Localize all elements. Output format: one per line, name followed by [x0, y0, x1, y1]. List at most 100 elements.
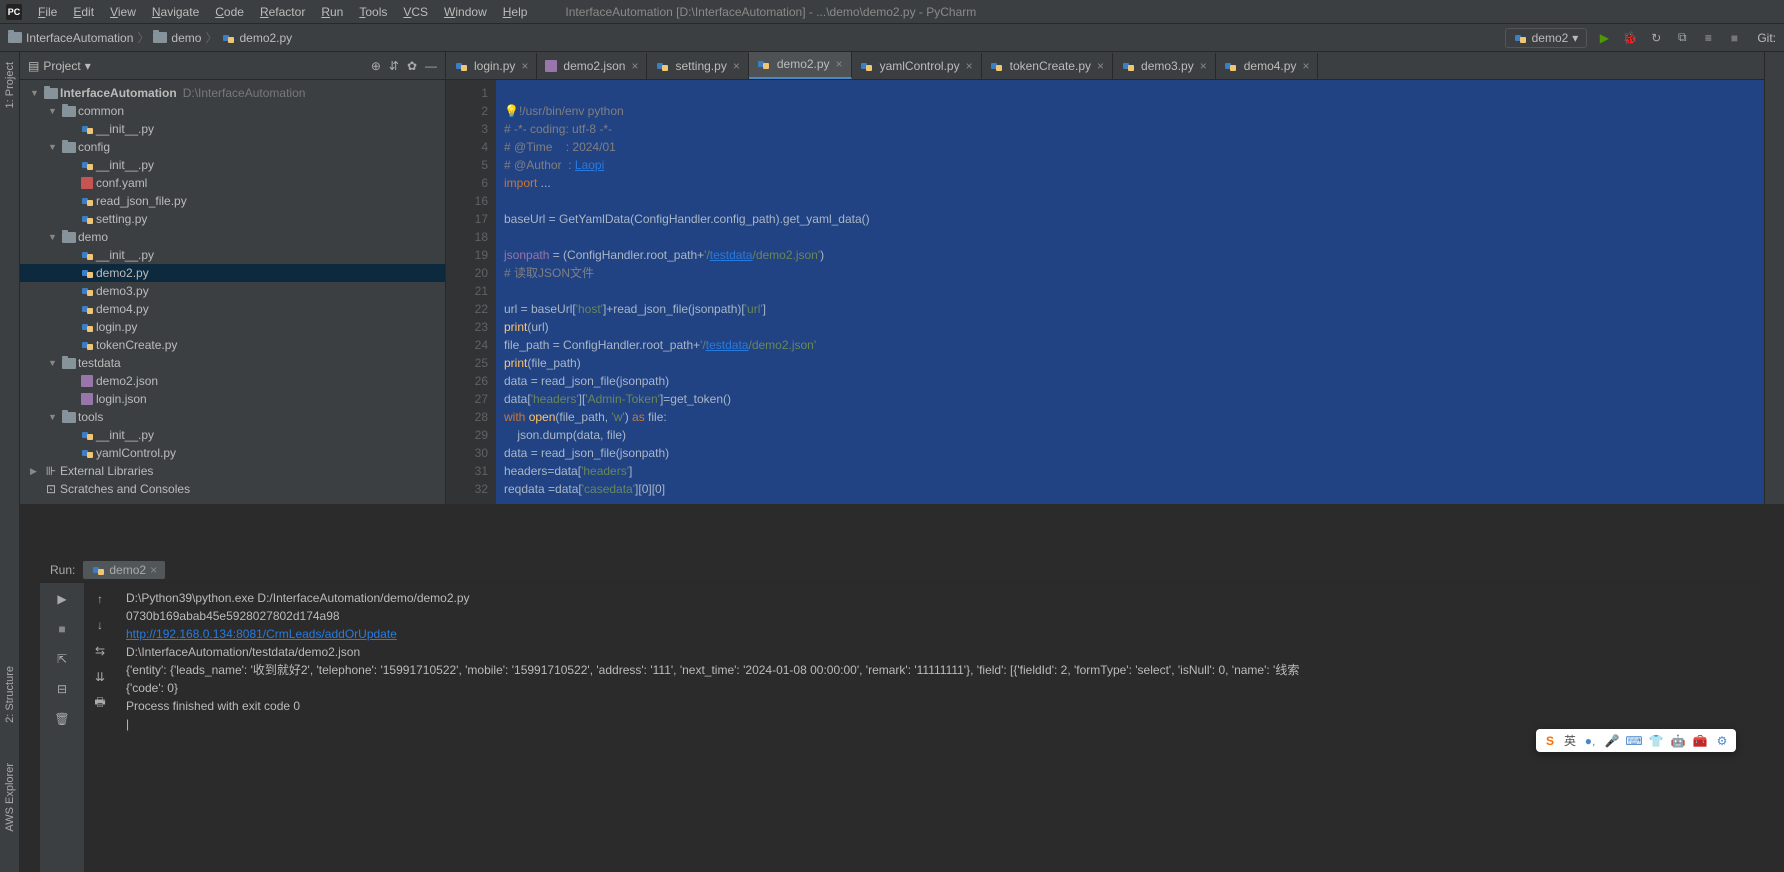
stop-button-2[interactable]: ■	[1725, 29, 1743, 47]
down-button[interactable]: ↓	[90, 615, 110, 635]
editor-tab[interactable]: login.py×	[446, 53, 537, 79]
run-tab[interactable]: demo2 ×	[83, 561, 165, 579]
editor-content[interactable]: 💡!/usr/bin/env python# -*- coding: utf-8…	[496, 80, 1764, 504]
menu-help[interactable]: Help	[495, 3, 536, 21]
tree-item[interactable]: demo2.json	[20, 372, 445, 390]
tool-project[interactable]: 1: Project	[4, 62, 16, 108]
menu-view[interactable]: View	[102, 3, 144, 21]
tree-item[interactable]: __init__.py	[20, 246, 445, 264]
editor-tab[interactable]: setting.py×	[647, 53, 748, 79]
tree-item[interactable]: conf.yaml	[20, 174, 445, 192]
tree-item[interactable]: ▼testdata	[20, 354, 445, 372]
tree-item[interactable]: __init__.py	[20, 120, 445, 138]
tree-item[interactable]: demo3.py	[20, 282, 445, 300]
run-button[interactable]: ▶	[1595, 29, 1613, 47]
editor-tab[interactable]: demo3.py×	[1113, 53, 1216, 79]
tree-arrow-icon[interactable]: ▼	[48, 232, 60, 242]
project-tree[interactable]: ▼InterfaceAutomationD:\InterfaceAutomati…	[20, 80, 445, 502]
menu-refactor[interactable]: Refactor	[252, 3, 313, 21]
ime-skin-icon[interactable]: 👕	[1648, 733, 1664, 749]
tree-item[interactable]: ▼config	[20, 138, 445, 156]
tree-item[interactable]: demo2.py	[20, 264, 445, 282]
console-link[interactable]: http://192.168.0.134:8081/CrmLeads/addOr…	[126, 627, 397, 641]
tree-item[interactable]: ▼InterfaceAutomationD:\InterfaceAutomati…	[20, 84, 445, 102]
ime-bot-icon[interactable]: 🤖	[1670, 733, 1686, 749]
ime-mic-icon[interactable]: 🎤	[1604, 733, 1620, 749]
menu-code[interactable]: Code	[207, 3, 252, 21]
close-icon[interactable]: ×	[631, 59, 638, 73]
menu-vcs[interactable]: VCS	[395, 3, 436, 21]
ime-comma-icon[interactable]: ●,	[1582, 733, 1598, 749]
tree-arrow-icon[interactable]: ▼	[30, 88, 42, 98]
tree-item[interactable]: demo4.py	[20, 300, 445, 318]
tree-item[interactable]: login.json	[20, 390, 445, 408]
ime-mode[interactable]: 英	[1564, 732, 1576, 749]
ime-settings-icon[interactable]: ⚙	[1714, 733, 1730, 749]
tree-item[interactable]: __init__.py	[20, 426, 445, 444]
close-icon[interactable]: ×	[836, 57, 843, 71]
tree-item[interactable]: ▼demo	[20, 228, 445, 246]
editor-tab[interactable]: demo4.py×	[1216, 53, 1319, 79]
tree-item[interactable]: ⊡Scratches and Consoles	[20, 480, 445, 498]
trash-button[interactable]: 🗑	[52, 709, 72, 729]
exit-button[interactable]: ⇱	[52, 649, 72, 669]
collapse-icon[interactable]: ⇵	[389, 59, 399, 73]
code-editor[interactable]: 1234561617181920212223242526272829303132…	[446, 80, 1764, 504]
print-button[interactable]: 🖶	[90, 693, 110, 713]
tool-aws[interactable]: AWS Explorer	[4, 763, 16, 832]
tree-arrow-icon[interactable]: ▼	[48, 358, 60, 368]
close-icon[interactable]: ×	[1200, 59, 1207, 73]
tree-item[interactable]: __init__.py	[20, 156, 445, 174]
menu-run[interactable]: Run	[313, 3, 351, 21]
tree-arrow-icon[interactable]: ▶	[30, 466, 42, 477]
locate-icon[interactable]: ⊕	[371, 59, 381, 73]
tree-item[interactable]: yamlControl.py	[20, 444, 445, 462]
debug-button[interactable]: 🐞	[1621, 29, 1639, 47]
stop-button[interactable]: ■	[52, 619, 72, 639]
up-button[interactable]: ↑	[90, 589, 110, 609]
menu-navigate[interactable]: Navigate	[144, 3, 207, 21]
hide-icon[interactable]: —	[425, 59, 437, 73]
editor-tab[interactable]: tokenCreate.py×	[982, 53, 1113, 79]
editor-tab[interactable]: yamlControl.py×	[852, 53, 982, 79]
menu-edit[interactable]: Edit	[65, 3, 102, 21]
tree-item[interactable]: ▶⊪External Libraries	[20, 462, 445, 480]
ime-keyboard-icon[interactable]: ⌨	[1626, 733, 1642, 749]
run-configuration-selector[interactable]: demo2 ▾	[1505, 28, 1588, 48]
profile-button[interactable]: ⧉	[1673, 29, 1691, 47]
close-icon[interactable]: ×	[1097, 59, 1104, 73]
tree-arrow-icon[interactable]: ▼	[48, 106, 60, 116]
close-icon[interactable]: ×	[1302, 59, 1309, 73]
console-output[interactable]: D:\Python39\python.exe D:/InterfaceAutom…	[116, 583, 1764, 872]
tree-arrow-icon[interactable]: ▼	[48, 412, 60, 422]
tree-item[interactable]: tokenCreate.py	[20, 336, 445, 354]
wrap-button[interactable]: ⇆	[90, 641, 110, 661]
tree-item[interactable]: ▼tools	[20, 408, 445, 426]
menu-tools[interactable]: Tools	[351, 3, 395, 21]
close-icon[interactable]: ×	[733, 59, 740, 73]
tool-structure[interactable]: 2: Structure	[4, 666, 16, 723]
scroll-button[interactable]: ⇊	[90, 667, 110, 687]
editor-tab[interactable]: demo2.py×	[749, 52, 852, 79]
tree-arrow-icon[interactable]: ▼	[48, 142, 60, 152]
tree-item[interactable]: login.py	[20, 318, 445, 336]
settings-icon[interactable]: ✿	[407, 59, 417, 73]
tree-item[interactable]: setting.py	[20, 210, 445, 228]
rerun-button[interactable]: ▶	[52, 589, 72, 609]
breadcrumb-item[interactable]: demo2.py	[221, 31, 292, 45]
break-button[interactable]: ⊟	[52, 679, 72, 699]
ime-toolbox-icon[interactable]: 🧰	[1692, 733, 1708, 749]
editor-tab[interactable]: demo2.json×	[537, 53, 647, 79]
tree-item[interactable]: ▼common	[20, 102, 445, 120]
menu-window[interactable]: Window	[436, 3, 495, 21]
close-icon[interactable]: ×	[521, 59, 528, 73]
coverage-button[interactable]: ↻	[1647, 29, 1665, 47]
close-icon[interactable]: ×	[150, 563, 157, 577]
tree-item[interactable]: read_json_file.py	[20, 192, 445, 210]
breadcrumb-item[interactable]: InterfaceAutomation	[8, 31, 133, 45]
stop-button[interactable]: ≡	[1699, 29, 1717, 47]
breadcrumb-item[interactable]: demo	[153, 31, 201, 45]
close-icon[interactable]: ×	[966, 59, 973, 73]
menu-file[interactable]: File	[30, 3, 65, 21]
ime-toolbar[interactable]: S 英 ●, 🎤 ⌨ 👕 🤖 🧰 ⚙	[1536, 729, 1736, 752]
